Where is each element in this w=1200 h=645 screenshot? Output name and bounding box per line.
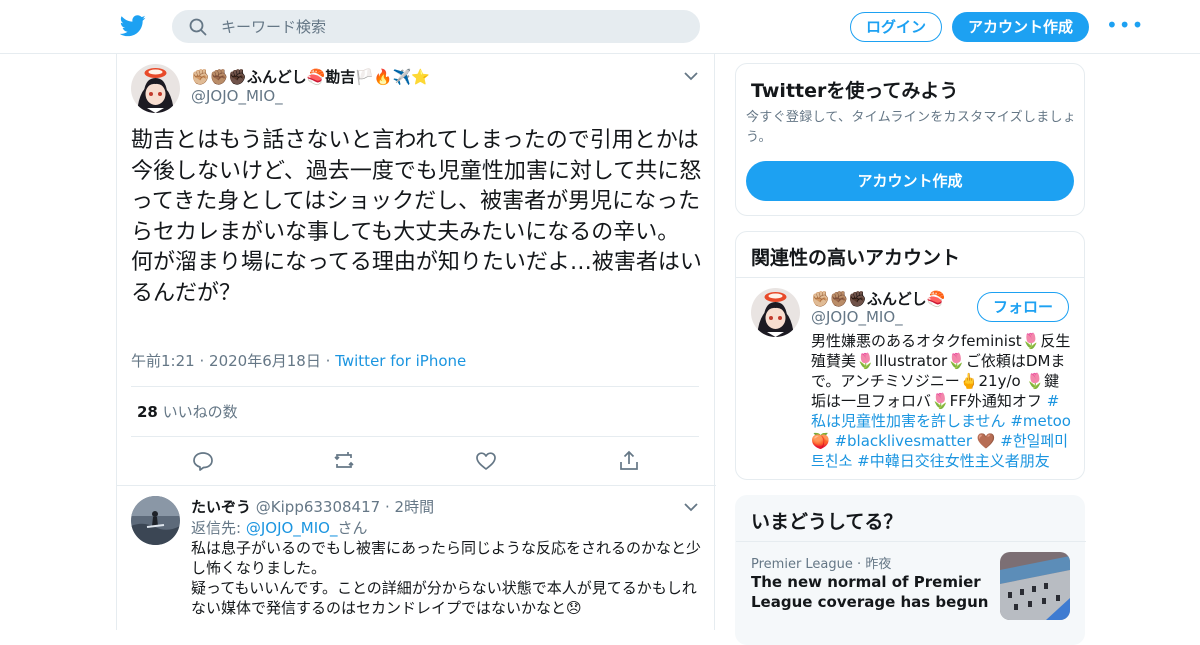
trend-category: Premier League	[751, 557, 853, 572]
divider	[736, 277, 1084, 278]
chevron-down-icon[interactable]	[684, 502, 698, 512]
reply-header: たいぞう @Kipp63308417 · 2時間	[191, 496, 434, 517]
related-handle[interactable]: @JOJO_MIO_	[811, 308, 903, 326]
trend-headline[interactable]: The new normal of Premier League coverag…	[751, 572, 991, 612]
signup-button[interactable]: アカウント作成	[952, 12, 1089, 42]
trend-thumbnail[interactable]	[1000, 552, 1070, 620]
more-options-icon[interactable]: •••	[1106, 15, 1143, 36]
like-count-value: 28	[137, 403, 158, 421]
reply-time[interactable]: 2時間	[395, 498, 435, 516]
related-accounts-card: 関連性の高いアカウント ✊🏼✊🏽✊🏿ふんどし🍣 @JOJO_MIO_ フォロー …	[735, 231, 1085, 480]
signup-card-button[interactable]: アカウント作成	[746, 161, 1074, 201]
main-column: ✊🏼✊🏽✊🏿ふんどし🍣勘吉🏳️🔥✈️⭐ @JOJO_MIO_ 勘吉とはもう話さな…	[116, 54, 716, 630]
trends-card: いまどうしてる？ Premier League · 昨夜 The new nor…	[735, 495, 1086, 645]
twitter-logo-icon[interactable]	[120, 14, 146, 38]
tweet-date: 2020年6月18日	[209, 352, 321, 370]
anime-girl-avatar-icon	[751, 288, 800, 337]
signup-card: Twitterを使ってみよう 今すぐ登録して、タイムラインをカスタマイズしましょ…	[735, 63, 1085, 216]
tweet-display-name[interactable]: ✊🏼✊🏽✊🏿ふんどし🍣勘吉🏳️🔥✈️⭐	[191, 66, 430, 87]
reply-display-name[interactable]: たいぞう	[191, 498, 251, 516]
reply-handle[interactable]: @Kipp63308417	[256, 498, 380, 516]
chevron-down-icon[interactable]	[684, 71, 698, 81]
top-bar: ログイン アカウント作成 •••	[0, 0, 1200, 54]
related-accounts-title: 関連性の高いアカウント	[751, 247, 961, 269]
search-icon	[189, 18, 207, 36]
reply-to-label: 返信先:	[191, 519, 242, 537]
share-icon[interactable]	[617, 449, 641, 473]
related-display-name[interactable]: ✊🏼✊🏽✊🏿ふんどし🍣	[811, 288, 945, 309]
login-button[interactable]: ログイン	[850, 12, 942, 42]
tweet-handle[interactable]: @JOJO_MIO_	[191, 87, 283, 105]
reply-icon[interactable]	[191, 449, 215, 473]
tweet-text: 勘吉とはもう話さないと言われてしまったので引用とかは今後しないけど、過去一度でも…	[131, 128, 702, 306]
surfer-photo-avatar-icon	[131, 496, 180, 545]
stadium-photo-icon	[1000, 552, 1070, 620]
search-input[interactable]	[221, 11, 681, 42]
trend-meta: Premier League · 昨夜	[751, 553, 891, 572]
meta-separator: ·	[325, 352, 331, 370]
meta-separator: ·	[857, 557, 862, 572]
reply-text: 私は息子がいるのでもし被害にあったら同じような反応をされるのかなと少し怖くなりま…	[191, 539, 702, 617]
reply-to-link[interactable]: @JOJO_MIO_	[246, 519, 338, 537]
avatar[interactable]	[131, 64, 180, 113]
reply-to-line: 返信先: @JOJO_MIO_さん	[191, 517, 368, 538]
like-count-label: いいねの数	[162, 403, 238, 421]
like-icon[interactable]	[474, 449, 498, 473]
search-box[interactable]	[172, 10, 700, 43]
meta-separator: ·	[199, 352, 205, 370]
trends-title: いまどうしてる？	[751, 511, 903, 533]
related-bio: 男性嫌悪のあるオタクfeminist🌷反生殖賛美🌷Illustrator🌷ご依頼…	[811, 331, 1073, 471]
reply-to-suffix: さん	[337, 519, 368, 537]
avatar[interactable]	[751, 288, 800, 337]
tweet-timestamp[interactable]: 午前1:21 · 2020年6月18日 · Twitter for iPhone	[131, 350, 466, 371]
avatar[interactable]	[131, 496, 180, 545]
anime-girl-avatar-icon	[131, 64, 180, 113]
divider	[736, 541, 1086, 542]
tweet-source-link[interactable]: Twitter for iPhone	[335, 352, 466, 370]
trend-time: 昨夜	[865, 557, 892, 572]
tweet-time: 午前1:21	[131, 352, 195, 370]
like-count[interactable]: 28 いいねの数	[137, 401, 238, 422]
signup-card-title: Twitterを使ってみよう	[751, 80, 959, 102]
divider	[131, 386, 699, 387]
tweet-actions	[117, 449, 716, 473]
divider	[117, 485, 716, 486]
retweet-icon[interactable]	[332, 449, 356, 473]
follow-button[interactable]: フォロー	[977, 292, 1069, 322]
meta-separator: ·	[384, 498, 390, 516]
signup-card-description: 今すぐ登録して、タイムラインをカスタマイズしましょう。	[746, 110, 1077, 145]
divider	[131, 436, 699, 437]
bio-text: 男性嫌悪のあるオタクfeminist🌷反生殖賛美🌷Illustrator🌷ご依頼…	[811, 332, 1071, 410]
